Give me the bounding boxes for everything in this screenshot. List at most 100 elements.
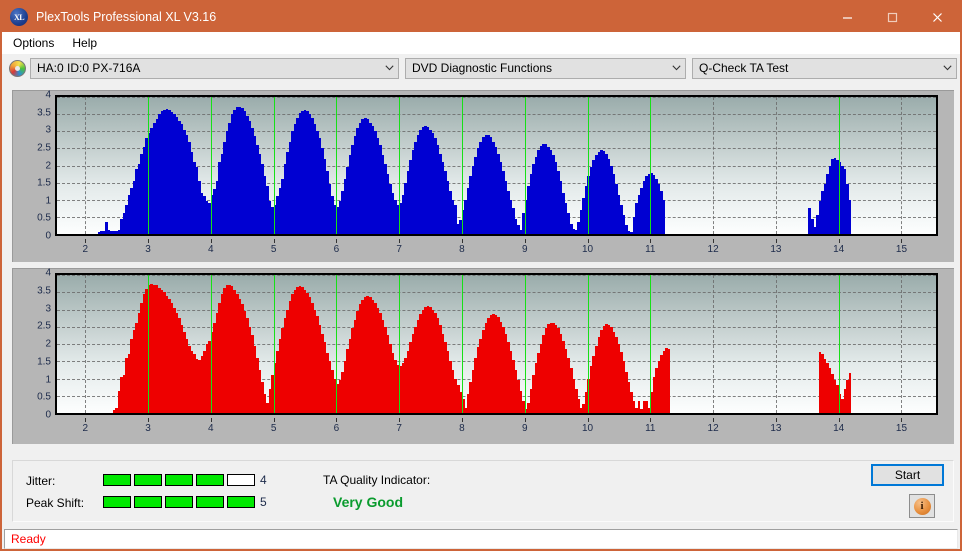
x-tick — [336, 239, 338, 243]
menu-item-help[interactable]: Help — [68, 34, 105, 52]
x-tick-label: 14 — [833, 244, 845, 255]
y-tick-label: 1.5 — [37, 177, 51, 189]
chevron-down-icon — [939, 59, 956, 78]
x-tick — [148, 239, 150, 243]
x-tick-label: 5 — [270, 423, 277, 434]
plot-area — [55, 95, 938, 236]
x-tick — [713, 239, 715, 243]
test-select-value: Q-Check TA Test — [699, 61, 789, 75]
x-tick — [775, 418, 777, 422]
grid-line-horizontal — [57, 131, 936, 133]
speed-marker-line — [838, 275, 840, 413]
y-tick-label: 4 — [45, 89, 51, 101]
y-tick-label: 3.5 — [37, 285, 51, 297]
x-tick — [650, 418, 652, 422]
x-tick — [524, 418, 526, 422]
test-select[interactable]: Q-Check TA Test — [692, 57, 957, 79]
x-tick — [838, 239, 840, 243]
x-tick — [901, 239, 903, 243]
x-tick-label: 13 — [770, 423, 782, 434]
speed-marker-line — [650, 97, 652, 234]
meter-segment — [196, 496, 224, 508]
status-text: Ready — [11, 532, 46, 546]
x-tick-label: 11 — [645, 244, 656, 255]
function-select[interactable]: DVD Diagnostic Functions — [405, 57, 686, 79]
x-tick-label: 6 — [333, 244, 340, 255]
status-bar: Ready — [4, 529, 958, 549]
xl-logo-icon: XL — [10, 8, 28, 26]
x-tick-label: 15 — [895, 244, 908, 255]
y-tick-label: 1.5 — [37, 356, 51, 368]
x-tick-label: 13 — [770, 244, 782, 255]
grid-line-horizontal — [57, 309, 936, 311]
minimize-button[interactable] — [825, 2, 870, 32]
peak-shift-value: 5 — [260, 495, 267, 509]
speed-marker-line — [148, 275, 150, 413]
y-tick-label: 3.5 — [37, 107, 51, 119]
y-tick-label: 0 — [45, 409, 51, 421]
speed-marker-line — [524, 97, 526, 234]
chart-bar — [848, 199, 852, 234]
x-tick — [587, 418, 589, 422]
x-tick — [273, 418, 275, 422]
x-tick — [650, 239, 652, 243]
speed-marker-line — [650, 275, 652, 413]
x-tick-label: 9 — [521, 423, 528, 434]
x-tick-label: 15 — [895, 423, 908, 434]
meter-segment — [196, 474, 224, 486]
x-tick-label: 2 — [82, 423, 89, 434]
speed-marker-line — [587, 97, 589, 234]
x-tick — [713, 418, 715, 422]
x-tick-label: 8 — [459, 244, 465, 255]
grid-line-vertical — [775, 275, 777, 413]
x-tick-label: 10 — [581, 423, 594, 434]
x-tick-label: 9 — [521, 244, 528, 255]
plot-area — [55, 273, 938, 415]
grid-line-horizontal — [57, 97, 936, 98]
peak-shift-label: Peak Shift: — [26, 496, 85, 510]
x-tick — [461, 418, 463, 422]
x-tick-label: 4 — [208, 423, 214, 434]
speed-marker-line — [336, 97, 338, 234]
speed-marker-line — [210, 97, 212, 234]
meter-segment — [134, 496, 162, 508]
ta-quality-title: TA Quality Indicator: — [323, 473, 431, 487]
maximize-button[interactable] — [870, 2, 915, 32]
x-tick — [85, 418, 87, 422]
speed-marker-line — [210, 275, 212, 413]
ta-quality-value: Very Good — [333, 494, 404, 510]
speed-marker-line — [587, 275, 589, 413]
disc-icon — [9, 59, 26, 77]
y-tick-label: 0.5 — [37, 391, 51, 403]
chart-bar — [662, 199, 666, 234]
jitter-label: Jitter: — [26, 474, 56, 488]
grid-line-vertical — [775, 97, 777, 234]
window-title: PlexTools Professional XL V3.16 — [36, 10, 217, 24]
meter-segment — [165, 496, 193, 508]
x-tick — [148, 418, 150, 422]
info-button[interactable]: i — [909, 494, 935, 518]
x-tick-label: 3 — [145, 244, 151, 255]
x-tick-label: 8 — [459, 423, 465, 434]
chart-bar — [667, 349, 671, 413]
close-button[interactable] — [915, 2, 960, 32]
menu-item-options[interactable]: Options — [9, 34, 62, 52]
x-tick — [901, 418, 903, 422]
grid-line-vertical — [85, 275, 87, 413]
speed-marker-line — [524, 275, 526, 413]
x-tick — [85, 239, 87, 243]
toolbar: HA:0 ID:0 PX-716A DVD Diagnostic Functio… — [2, 54, 960, 82]
menu-bar: Options Help — [2, 32, 960, 54]
peak-shift-meter — [103, 496, 255, 508]
x-tick-label: 7 — [396, 423, 402, 434]
start-button[interactable]: Start — [871, 464, 944, 486]
drive-select-value: HA:0 ID:0 PX-716A — [37, 61, 141, 75]
speed-marker-line — [399, 97, 401, 234]
x-tick — [273, 239, 275, 243]
x-tick-label: 2 — [82, 244, 89, 255]
y-tick-label: 2.5 — [37, 142, 51, 154]
x-tick — [775, 239, 777, 243]
x-tick — [399, 239, 401, 243]
meter-segment — [103, 496, 131, 508]
drive-select[interactable]: HA:0 ID:0 PX-716A — [30, 57, 399, 79]
